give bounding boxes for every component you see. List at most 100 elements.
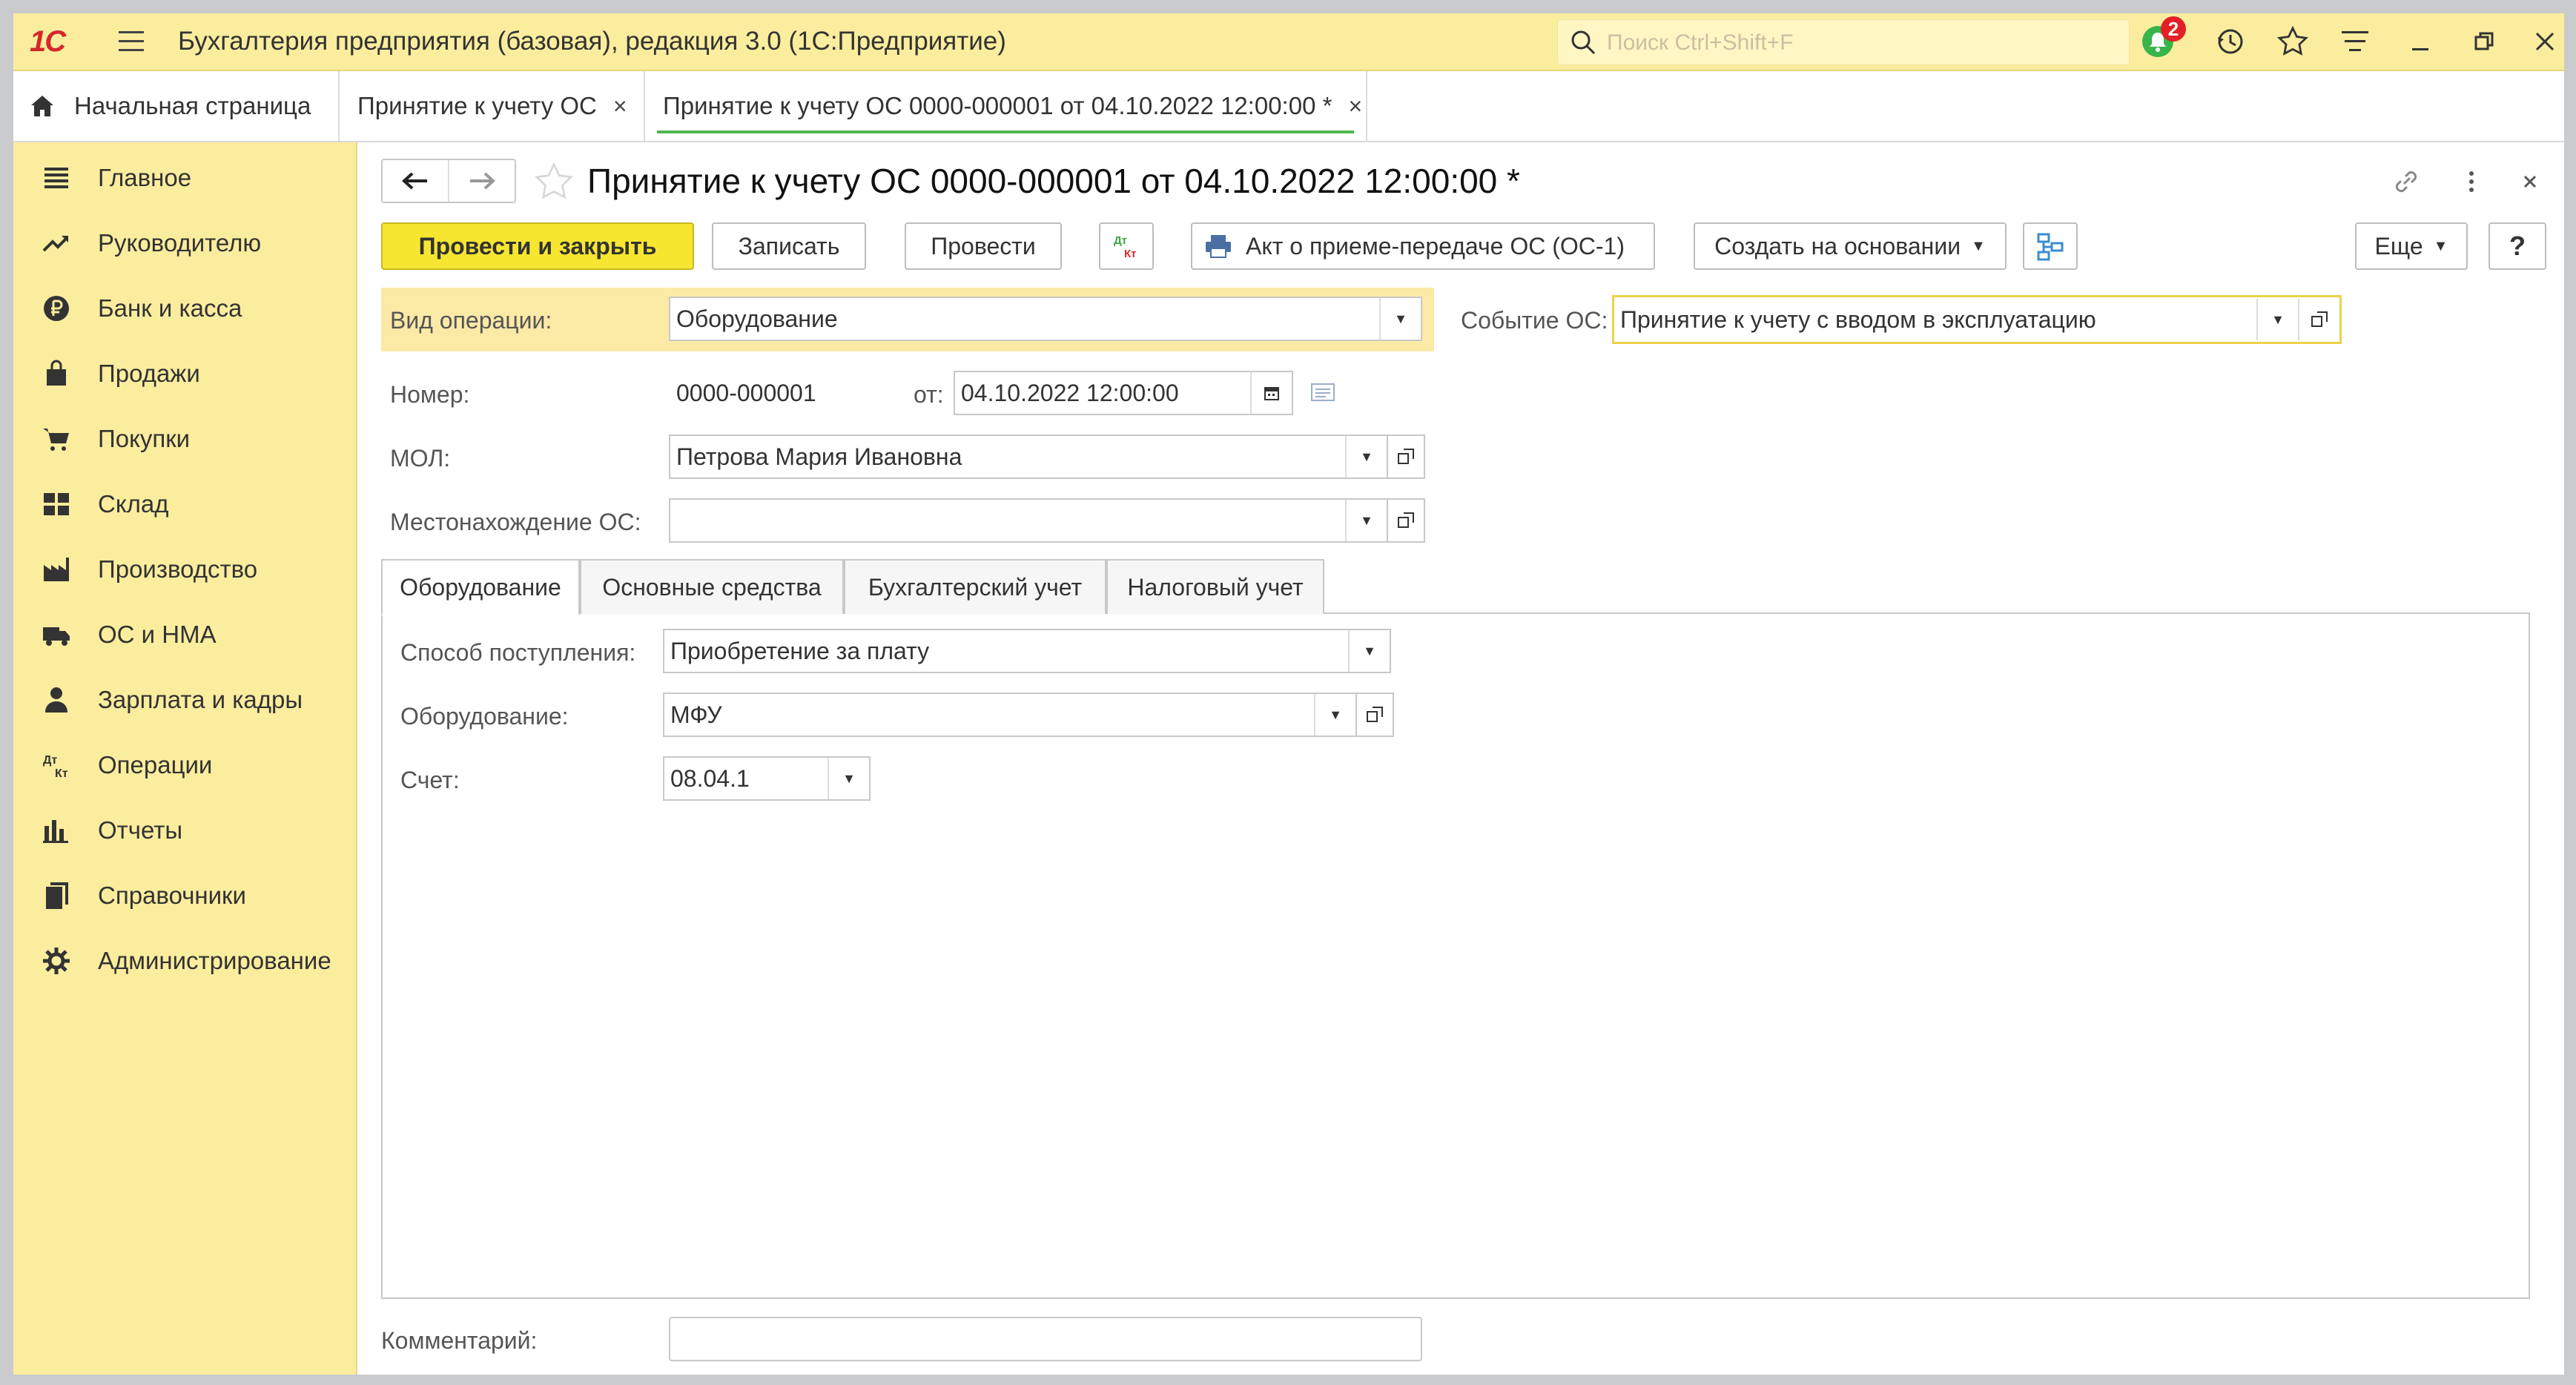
sidebar-item-label: Справочники (98, 882, 246, 909)
help-button[interactable]: ? (2489, 222, 2546, 270)
close-tab-icon[interactable]: × (613, 93, 627, 120)
svg-text:Кт: Кт (55, 767, 68, 780)
receipt-method-select[interactable]: Приобретение за плату ▼ (663, 629, 1391, 673)
tab-home[interactable]: Начальная страница (13, 71, 340, 141)
sidebar-item-reports[interactable]: Отчеты (13, 801, 356, 860)
number-settings-icon[interactable] (1310, 381, 1339, 408)
chevron-down-icon[interactable]: ▼ (828, 758, 869, 799)
svg-text:Дт: Дт (43, 754, 57, 767)
account-select[interactable]: 08.04.1 ▼ (663, 756, 871, 801)
sidebar-item-label: ОС и НМА (98, 621, 217, 648)
chevron-down-icon[interactable]: ▼ (1348, 630, 1390, 672)
create-based-on-button[interactable]: Создать на основании ▼ (1694, 222, 2007, 270)
close-tab-icon[interactable]: × (1348, 93, 1362, 120)
sidebar-item-production[interactable]: Производство (13, 540, 356, 599)
page-title: Принятие к учету ОС 0000-000001 от 04.10… (587, 162, 1520, 200)
search-icon (1570, 29, 1596, 56)
mol-value: Петрова Мария Ивановна (676, 443, 962, 470)
notifications-badge: 2 (2161, 16, 2186, 42)
sidebar-item-directories[interactable]: Справочники (13, 866, 356, 925)
forward-arrow-icon[interactable] (449, 160, 515, 202)
post-button[interactable]: Провести (905, 222, 1062, 270)
operation-type-select[interactable]: Оборудование ▼ (669, 297, 1422, 341)
sidebar-item-warehouse[interactable]: Склад (13, 475, 356, 534)
account-label: Счет: (400, 767, 460, 793)
more-button[interactable]: Еще ▼ (2355, 222, 2468, 270)
favorite-star-icon[interactable] (534, 162, 574, 202)
calendar-icon[interactable] (1250, 372, 1292, 414)
close-window-icon[interactable] (2527, 24, 2563, 59)
sidebar-item-label: Покупки (98, 425, 191, 452)
operation-type-label: Вид операции: (390, 307, 552, 334)
history-icon[interactable] (2213, 24, 2248, 59)
chevron-down-icon[interactable]: ▼ (1314, 694, 1355, 736)
post-and-close-button[interactable]: Провести и закрыть (381, 222, 694, 270)
sidebar-item-main[interactable]: Главное (13, 148, 356, 208)
truck-icon (43, 627, 70, 646)
document-structure-button[interactable] (2023, 222, 2078, 270)
comment-input[interactable] (669, 1317, 1422, 1361)
equipment-open-icon[interactable] (1357, 692, 1394, 737)
minimize-icon[interactable] (2402, 24, 2438, 59)
comment-label: Комментарий: (381, 1327, 538, 1354)
sidebar-item-fixed-assets[interactable]: ОС и НМА (13, 605, 356, 664)
equipment-label: Оборудование: (400, 703, 569, 730)
open-icon[interactable] (2298, 299, 2339, 340)
save-button[interactable]: Записать (712, 222, 866, 270)
sidebar-item-administration[interactable]: Администрирование (13, 931, 356, 991)
more-actions-icon[interactable] (2460, 166, 2483, 197)
tab-asset-acceptance-document[interactable]: Принятие к учету ОС 0000-000001 от 04.10… (645, 71, 1367, 141)
equipment-select[interactable]: МФУ ▼ (663, 692, 1357, 737)
tab-equipment[interactable]: Оборудование (381, 559, 580, 615)
chevron-down-icon[interactable]: ▼ (1345, 436, 1387, 477)
tab-label: Начальная страница (74, 92, 311, 119)
receipt-method-value: Приобретение за плату (670, 637, 930, 664)
location-select[interactable]: ▼ (669, 498, 1388, 543)
menu-lines-icon (44, 168, 68, 188)
mol-select[interactable]: Петрова Мария Ивановна ▼ (669, 434, 1388, 479)
sidebar-item-bank[interactable]: Банк и касса (13, 279, 356, 338)
location-label: Местонахождение ОС: (390, 509, 641, 535)
number-value: 0000-000001 (676, 379, 816, 406)
back-arrow-icon[interactable] (383, 160, 449, 202)
asset-event-select[interactable]: Принятие к учету с вводом в эксплуатацию… (1612, 295, 2342, 344)
search-input[interactable] (1605, 27, 2120, 59)
number-field[interactable]: 0000-000001 (669, 371, 894, 415)
sidebar-item-manager[interactable]: Руководителю (13, 214, 356, 273)
print-act-button[interactable]: Акт о приеме-передаче ОС (ОС-1) (1191, 222, 1655, 270)
chevron-down-icon[interactable]: ▼ (1345, 500, 1387, 541)
bag-icon (47, 360, 66, 386)
tab-tax-accounting[interactable]: Налоговый учет (1106, 559, 1324, 614)
main-menu-icon[interactable] (117, 28, 147, 55)
show-postings-button[interactable]: Дт Кт (1099, 222, 1154, 270)
factory-icon (44, 558, 69, 581)
asset-event-label: Событие ОС: (1461, 307, 1608, 334)
tab-asset-acceptance-list[interactable]: Принятие к учету ОС × (340, 71, 645, 141)
sidebar-item-salary[interactable]: Зарплата и кадры (13, 670, 356, 730)
sidebar-item-sales[interactable]: Продажи (13, 344, 356, 403)
tab-fixed-assets[interactable]: Основные средства (580, 559, 844, 614)
chevron-down-icon[interactable]: ▼ (1379, 298, 1421, 340)
sidebar-item-operations[interactable]: Дт Кт Операции (13, 736, 356, 795)
sidebar-item-label: Операции (98, 751, 213, 779)
account-value: 08.04.1 (670, 764, 750, 792)
restore-window-icon[interactable] (2466, 24, 2502, 59)
favorites-star-icon[interactable] (2275, 24, 2311, 59)
location-open-icon[interactable] (1388, 498, 1425, 543)
printer-icon (1206, 235, 1231, 258)
tab-bar: Начальная страница Принятие к учету ОС ×… (13, 71, 2564, 142)
panel-settings-icon[interactable] (2337, 24, 2373, 59)
tab-label: Принятие к учету ОС (357, 92, 597, 119)
sidebar-item-label: Производство (98, 555, 258, 583)
document-form: Принятие к учету ОС 0000-000001 от 04.10… (357, 142, 2564, 1375)
tab-accounting[interactable]: Бухгалтерский учет (844, 559, 1106, 614)
date-field[interactable]: 04.10.2022 12:00:00 (954, 371, 1293, 415)
print-act-label: Акт о приеме-передаче ОС (ОС-1) (1246, 232, 1625, 260)
close-document-icon[interactable] (2515, 166, 2545, 197)
mol-open-icon[interactable] (1388, 434, 1425, 479)
global-search[interactable] (1557, 19, 2130, 65)
operation-type-value: Оборудование (676, 305, 838, 332)
chevron-down-icon[interactable]: ▼ (2256, 299, 2298, 340)
sidebar-item-purchases[interactable]: Покупки (13, 409, 356, 469)
link-icon[interactable] (2391, 166, 2422, 197)
